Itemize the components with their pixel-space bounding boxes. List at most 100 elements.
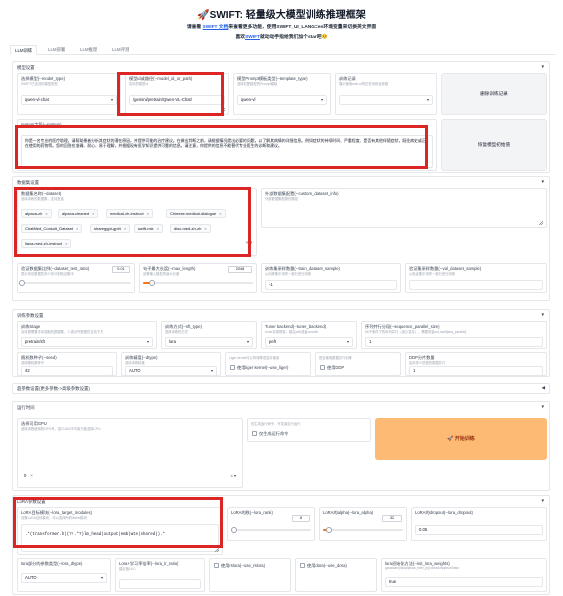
clear-icon[interactable]: × ▾ xyxy=(246,240,252,246)
chip-label: alpaca-cleaned xyxy=(62,211,90,216)
rocket-icon: 🚀 xyxy=(197,10,210,21)
resize-handle-icon[interactable] xyxy=(214,547,219,552)
collapse-icon[interactable]: ▼ xyxy=(541,179,545,184)
system-label: system字段(--system) xyxy=(21,122,62,127)
dataset-chip[interactable]: Chinese-medical-dialogue × xyxy=(166,209,226,218)
tab-llm-eval[interactable]: LLM评测 xyxy=(108,45,133,55)
close-icon[interactable]: × xyxy=(45,211,47,216)
close-icon[interactable]: × xyxy=(30,473,32,478)
dora-checkbox[interactable] xyxy=(300,563,305,568)
chip-label: disc-med-zh-zh xyxy=(174,226,202,231)
tab-llm-deploy[interactable]: LLM部署 xyxy=(44,45,69,55)
close-icon[interactable]: × xyxy=(157,226,159,231)
reset-model-button[interactable]: 恢复模型初始值 xyxy=(441,119,547,171)
template-select[interactable]: qwen-vl ▾ xyxy=(237,95,327,105)
liger-block: Liger kernel可以有效降低显存使用 使用liger kernel(--… xyxy=(225,352,311,376)
close-icon[interactable]: × xyxy=(124,226,126,231)
dataset-chip[interactable]: medical-zh-instruct × xyxy=(106,209,153,218)
model-id-input[interactable]: /gemini/pretrain/Qwen-VL-Chat/ xyxy=(129,95,225,105)
collapse-icon[interactable]: ▼ xyxy=(541,64,545,69)
gpu-select[interactable]: 0 × × ▾ xyxy=(21,472,239,482)
seed-input[interactable]: 42 xyxy=(21,366,113,376)
liger-checkbox[interactable] xyxy=(230,365,235,370)
slider-knob[interactable] xyxy=(231,527,237,533)
swift-link[interactable]: SWIFT xyxy=(245,35,260,40)
lora-alpha-input[interactable]: 32 xyxy=(382,515,402,522)
lora-rank-input[interactable]: 8 xyxy=(292,515,310,522)
section-title: 运行时间 xyxy=(17,405,35,410)
template-value: qwen-vl xyxy=(241,97,256,102)
model-id-value: /gemini/pretrain/Qwen-VL-Chat/ xyxy=(133,97,192,102)
advanced-section[interactable]: 超参数设置(更多参数->高级参数设置) ◀ xyxy=(12,383,550,394)
rslora-checkbox[interactable] xyxy=(214,563,219,568)
max-length-slider[interactable] xyxy=(143,280,253,286)
lora-target-input[interactable]: .*(transformer.h|(?!.*?)lm_head|output|e… xyxy=(21,524,219,552)
collapse-icon[interactable]: ▼ xyxy=(541,498,545,503)
test-ratio-input[interactable]: 0.01 xyxy=(112,266,130,273)
dataset-chip[interactable]: shareggpt-gpt4 × xyxy=(90,224,131,233)
resume-select[interactable]: ▾ xyxy=(339,95,433,105)
tab-llm-infer[interactable]: LLM推理 xyxy=(76,45,101,55)
model-section: 模型设置 ▼ 选择模型(--model_type) SWIFT已支持的模型类型 … xyxy=(12,61,550,173)
ddp-checkbox[interactable] xyxy=(320,365,325,370)
train-stage-select[interactable]: pretrain/sft ▾ xyxy=(21,337,153,347)
system-block: system字段(--system) 你是一名专业的医疗助理，请帮助患者分析其症… xyxy=(17,119,437,171)
close-icon[interactable]: × xyxy=(65,241,67,246)
dtype-select[interactable]: AUTO ▾ xyxy=(125,366,217,376)
lora-alpha-slider[interactable] xyxy=(323,527,403,533)
lora-dropout-input[interactable]: 0.05 xyxy=(415,525,543,535)
close-icon[interactable]: × xyxy=(92,211,94,216)
max-length-input[interactable]: 2048 xyxy=(228,266,252,273)
collapse-icon[interactable]: ▼ xyxy=(541,312,545,317)
section-title: 模型设置 xyxy=(17,65,35,70)
dataset-chip[interactable]: swift-mix × xyxy=(134,224,163,233)
section-title: 训练参数设置 xyxy=(17,313,44,318)
section-title: LoRA参数设置 xyxy=(17,499,46,504)
start-train-button[interactable]: 🚀 开始训练 xyxy=(375,418,547,460)
chevron-down-icon: ▾ xyxy=(346,339,349,344)
slider-knob[interactable] xyxy=(149,280,155,286)
lora-rank-block: LoRA的秩(--lora_rank) 8 xyxy=(227,507,315,541)
close-icon[interactable]: × xyxy=(204,226,206,231)
close-icon[interactable]: × xyxy=(219,211,221,216)
lora-dtype-select[interactable]: AUTO ▾ xyxy=(21,573,107,583)
custom-dataset-block: 外部数据集配置(--custom_dataset_info) 外部数据集配置的路… xyxy=(261,188,547,228)
init-lora-input[interactable]: true xyxy=(385,577,543,587)
close-icon[interactable]: × xyxy=(147,211,149,216)
model-type-select[interactable]: qwen-vl-chat ▾ xyxy=(21,95,117,105)
resize-handle-icon[interactable] xyxy=(538,220,543,225)
val-sample-input[interactable] xyxy=(409,280,543,290)
system-textarea[interactable]: 你是一名专业的医疗助理，请帮助患者分析其症状的潜在原因，并提供可能的治疗建议。在… xyxy=(21,135,433,168)
init-lora-sub: gaussian/pissa/pissa_niter_[n]/olora/lof… xyxy=(385,566,460,570)
doc-link[interactable]: SWIFT 文档 xyxy=(203,25,229,30)
collapse-icon[interactable]: ▼ xyxy=(541,404,545,409)
val-sample-block: 验证集采样数量(--val_dataset_sample) 从验证集中采样一部分… xyxy=(405,263,547,293)
dataset-chip[interactable]: alpaca-cleaned × xyxy=(58,209,99,218)
dataset-chip[interactable]: llava-med-zh-instruct × xyxy=(21,239,72,248)
test-ratio-slider[interactable] xyxy=(19,280,131,286)
dry-run-label: 仅生成运行命令 xyxy=(259,431,289,436)
seq-parallel-input[interactable]: 1 xyxy=(365,337,543,347)
lora-alpha-block: LoRA的alpha(--lora_alpha) 32 xyxy=(319,507,407,541)
dataset-chip[interactable]: disc-med-zh-zh × xyxy=(170,224,211,233)
tuner-sub: tuner实现框架，建议peft或者unsloth xyxy=(265,330,319,334)
resize-handle-icon[interactable] xyxy=(220,107,225,112)
ddp-num-input[interactable]: 1 xyxy=(409,366,543,376)
dataset-chip[interactable]: ChatMed_Consult_Dataset × xyxy=(21,224,83,233)
dataset-chip[interactable]: alpaca-zh × xyxy=(21,209,52,218)
delete-records-button[interactable]: 删除训练记录 xyxy=(441,73,547,115)
slider-knob[interactable] xyxy=(19,280,25,286)
dry-run-checkbox[interactable] xyxy=(252,431,257,436)
chevron-down-icon: ▾ xyxy=(426,97,429,102)
lora-rank-slider[interactable] xyxy=(231,527,311,533)
close-icon[interactable]: × xyxy=(76,226,78,231)
tab-llm-train[interactable]: LLM训练 xyxy=(10,45,38,55)
dataset-block: 数据集名称(--dataset) 选择训练的数据集，支持复选 alpaca-zh… xyxy=(17,188,257,256)
lora-lr-input[interactable] xyxy=(119,579,201,589)
sft-type-select[interactable]: lora ▾ xyxy=(165,337,253,347)
slider-knob[interactable] xyxy=(326,527,332,533)
expand-icon[interactable]: ◀ xyxy=(542,385,545,391)
tuner-select[interactable]: peft ▾ xyxy=(265,337,353,347)
lora-section: LoRA参数设置 ▼ LoRA目标模块(--lora_target_module… xyxy=(12,495,550,595)
train-sample-input[interactable]: -1 xyxy=(265,280,397,290)
